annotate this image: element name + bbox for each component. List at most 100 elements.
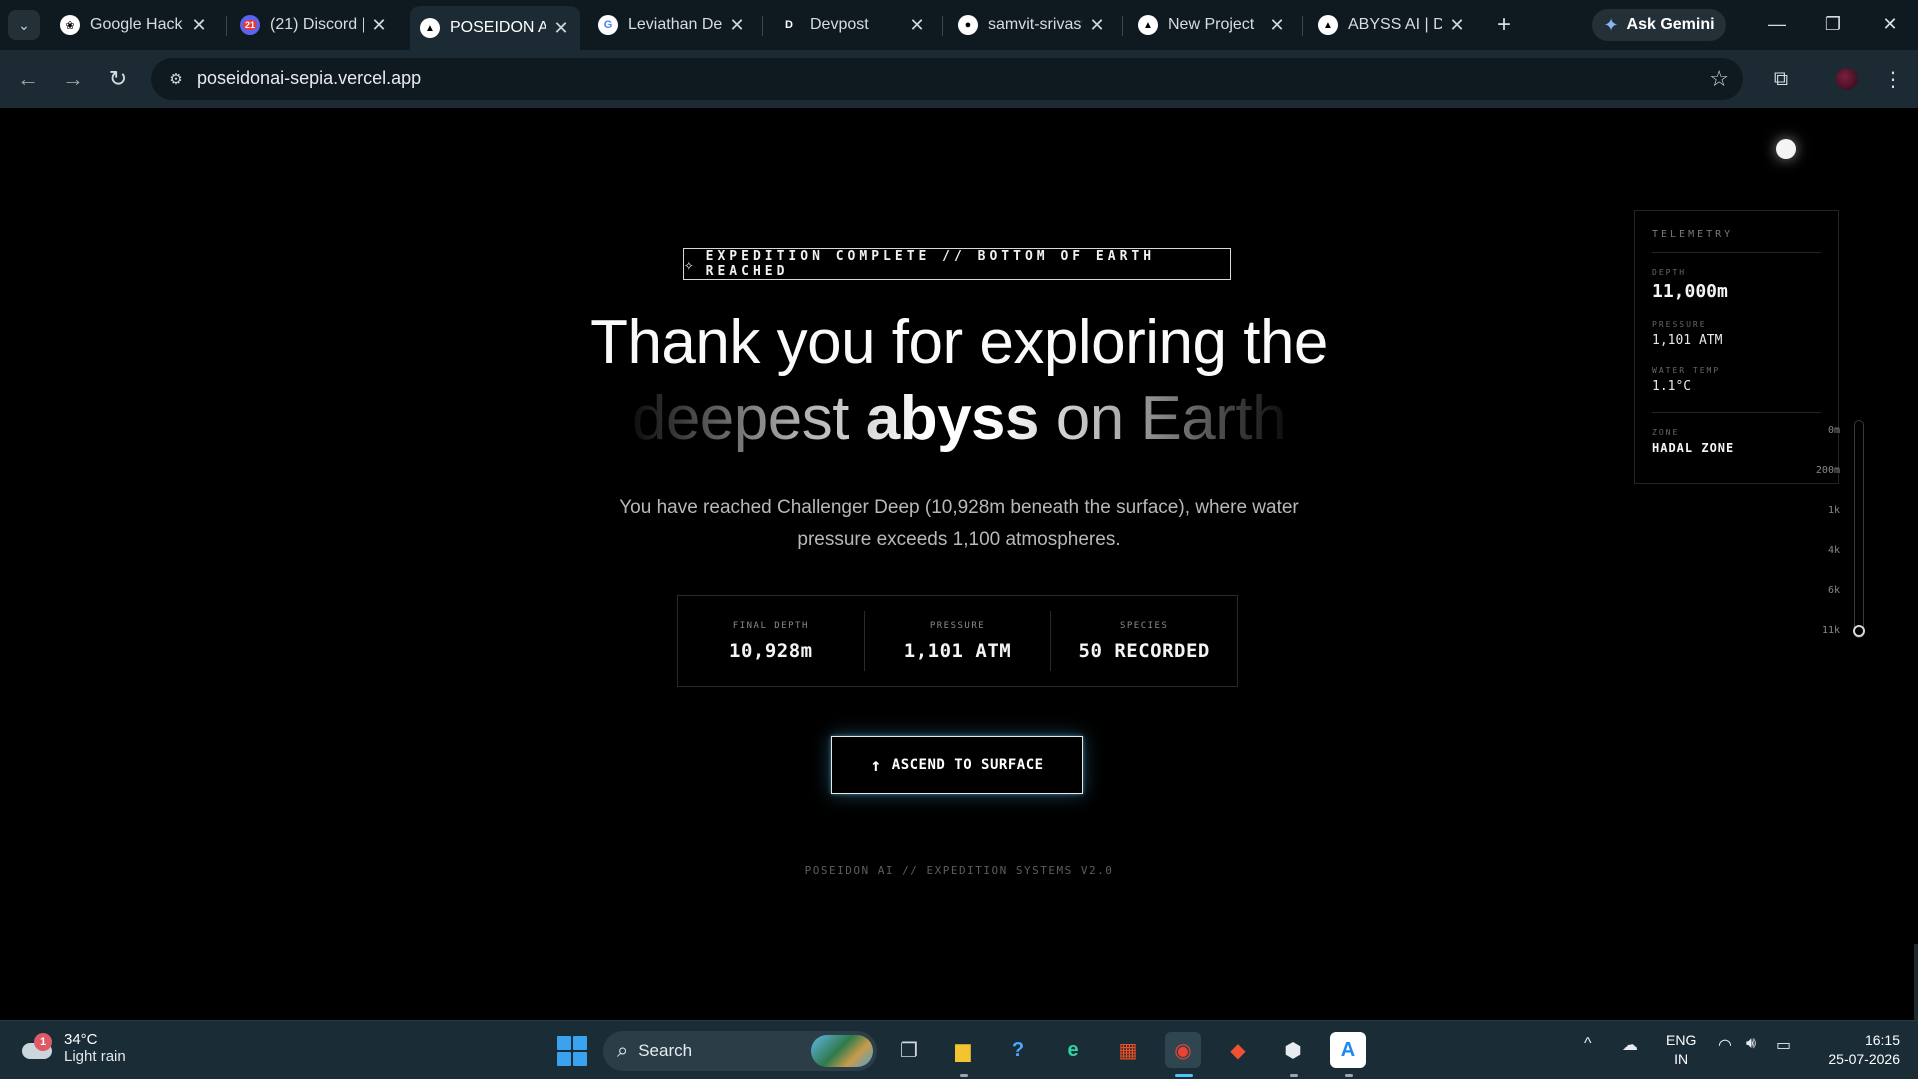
windows-taskbar: 1 34°C Light rain ⌕ Search ❐ ▆ ? e ▦ ◉ ◆… <box>0 1020 1918 1079</box>
onedrive-icon[interactable]: ☁ <box>1622 1035 1638 1055</box>
minimize-button[interactable]: — <box>1755 8 1799 40</box>
page-footer: POSEIDON AI // EXPEDITION SYSTEMS V2.0 <box>804 864 1114 877</box>
browser-menu-button[interactable]: ⋮ <box>1877 63 1909 95</box>
stat-pressure: PRESSURE 1,101 ATM <box>863 611 1051 671</box>
scrollbar[interactable] <box>1914 944 1918 1020</box>
address-bar[interactable]: ⚙ poseidonai-sepia.vercel.app ☆ <box>151 58 1743 100</box>
telemetry-pressure-value: 1,101 ATM <box>1652 333 1723 348</box>
windows-start-icon[interactable] <box>557 1036 587 1066</box>
chrome-icon[interactable]: ◉ <box>1165 1032 1201 1068</box>
tab-discord[interactable]: 21 (21) Discord | ✕ <box>230 6 398 44</box>
depth-tick: 0m <box>1827 425 1840 436</box>
tab-title: New Project <box>1168 16 1255 33</box>
git-icon[interactable]: ◆ <box>1220 1032 1256 1068</box>
openai-icon: ❀ <box>60 15 80 35</box>
lang-line-2: IN <box>1674 1051 1689 1067</box>
chevron-down-icon: ⌄ <box>18 16 30 33</box>
notification-badge: 21 <box>242 20 257 30</box>
weather-temp: 34°C <box>64 1031 98 1048</box>
weather-desc: Light rain <box>64 1048 126 1065</box>
close-icon[interactable]: ✕ <box>1088 15 1106 36</box>
ask-gemini-button[interactable]: ✦ Ask Gemini <box>1592 9 1726 41</box>
forward-button[interactable]: → <box>57 63 89 95</box>
tab-github[interactable]: ● samvit-srivast ✕ <box>948 6 1116 44</box>
weather-badge: 1 <box>34 1033 52 1051</box>
cube-app-icon[interactable]: ⬢ <box>1275 1032 1311 1068</box>
tab-search-button[interactable]: ⌄ <box>8 10 40 40</box>
close-icon[interactable]: ✕ <box>1268 15 1286 36</box>
stat-label: FINAL DEPTH <box>732 620 809 631</box>
arrow-left-icon: ← <box>17 66 39 91</box>
weather-widget[interactable]: 1 34°C Light rain <box>20 1031 126 1065</box>
file-explorer-icon[interactable]: ▆ <box>945 1032 981 1068</box>
triangle-logo-icon: ▲ <box>420 18 440 38</box>
telemetry-depth-label: DEPTH <box>1652 268 1687 277</box>
site-info-icon[interactable]: ⚙ <box>165 68 187 90</box>
help-app-icon[interactable]: ? <box>1000 1032 1036 1068</box>
close-icon[interactable]: ✕ <box>190 15 208 36</box>
search-placeholder: Search <box>638 1041 693 1060</box>
tray-overflow-chevron-icon[interactable]: ^ <box>1584 1035 1592 1053</box>
headline-word-abyss: abyss <box>865 384 1040 453</box>
microsoft-store-icon[interactable]: ▦ <box>1110 1032 1146 1068</box>
subtitle: You have reached Challenger Deep (10,928… <box>619 497 1299 550</box>
telemetry-temp-value: 1.1°C <box>1652 379 1692 394</box>
google-icon: G <box>598 15 618 35</box>
browser-tab-bar: ⌄ ❀ Google Hack ✕ 21 (21) Discord | ✕ ▲ … <box>0 0 1918 50</box>
ascend-to-surface-button[interactable]: ↑ ASCEND TO SURFACE <box>831 736 1083 794</box>
taskbar-search[interactable]: ⌕ Search <box>603 1031 877 1071</box>
close-icon[interactable]: ✕ <box>908 15 926 36</box>
volume-icon[interactable]: 🔊︎ <box>1746 1035 1756 1053</box>
close-window-button[interactable]: ✕ <box>1868 8 1912 40</box>
tab-title: samvit-srivast <box>988 16 1082 33</box>
minimize-icon: — <box>1768 13 1786 34</box>
tab-abyss-ai[interactable]: ▲ ABYSS AI | De ✕ <box>1308 6 1476 44</box>
new-tab-button[interactable]: + <box>1487 8 1521 42</box>
reload-button[interactable]: ↻ <box>102 63 134 95</box>
telemetry-depth-value: 11,000m <box>1652 281 1728 302</box>
restore-button[interactable]: ❐ <box>1811 8 1855 40</box>
stat-species: SPECIES 50 RECORDED <box>1050 611 1237 671</box>
vector-app-icon[interactable]: A <box>1330 1032 1366 1068</box>
depth-tick: 4k <box>1827 545 1840 556</box>
input-language[interactable]: ENG IN <box>1666 1031 1696 1069</box>
stat-value: 10,928m <box>729 639 813 662</box>
close-icon[interactable]: ✕ <box>370 15 388 36</box>
task-view-icon[interactable]: ❐ <box>891 1032 927 1068</box>
depth-scale: 0m 200m 1k 4k 6k 11k <box>1800 420 1865 638</box>
tab-title: Google Hack <box>90 16 183 33</box>
kebab-menu-icon: ⋮ <box>1883 68 1903 91</box>
clock-date: 25-07-2026 <box>1828 1051 1900 1067</box>
extensions-button[interactable]: ⧉ <box>1765 63 1797 95</box>
close-icon[interactable]: ✕ <box>552 18 570 39</box>
headline-word-deepest: deepest <box>631 384 849 453</box>
headline-line-2: deepest abyss on Earth <box>459 382 1459 456</box>
url-text[interactable]: poseidonai-sepia.vercel.app <box>197 68 421 89</box>
tab-title: POSEIDON AI <box>450 19 546 36</box>
github-icon: ● <box>958 15 978 35</box>
tab-poseidon-ai[interactable]: ▲ POSEIDON AI ✕ <box>410 6 580 50</box>
taskbar-clock[interactable]: 16:15 25-07-2026 <box>1812 1031 1900 1069</box>
back-button[interactable]: ← <box>12 63 44 95</box>
bookmark-star-icon[interactable]: ☆ <box>1709 66 1729 92</box>
edge-icon[interactable]: e <box>1055 1032 1091 1068</box>
depth-tick: 6k <box>1827 585 1840 596</box>
badge-text: EXPEDITION COMPLETE // BOTTOM OF EARTH R… <box>705 249 1156 279</box>
battery-icon[interactable]: ▭ <box>1776 1035 1791 1055</box>
triangle-logo-icon: ▲ <box>1318 15 1338 35</box>
sparkle-icon: ✧ <box>684 254 694 274</box>
stat-value: 50 RECORDED <box>1078 639 1210 662</box>
tab-new-project[interactable]: ▲ New Project ✕ <box>1128 6 1296 44</box>
stats-panel: FINAL DEPTH 10,928m PRESSURE 1,101 ATM S… <box>677 595 1238 687</box>
tab-devpost[interactable]: D Devpost ✕ <box>768 6 936 44</box>
tab-title: (21) Discord | <box>270 16 364 33</box>
ask-gemini-label: Ask Gemini <box>1626 16 1715 33</box>
tab-google-hack[interactable]: ❀ Google Hack ✕ <box>50 6 218 44</box>
tab-title: Devpost <box>810 16 869 33</box>
profile-button[interactable] <box>1831 63 1863 95</box>
close-icon[interactable]: ✕ <box>1448 15 1466 36</box>
tab-leviathan[interactable]: G Leviathan De ✕ <box>588 6 756 44</box>
browser-toolbar: ← → ↻ ⚙ poseidonai-sepia.vercel.app ☆ ⧉ … <box>0 50 1918 108</box>
close-icon[interactable]: ✕ <box>728 15 746 36</box>
wifi-icon[interactable]: ◠ <box>1718 1035 1732 1055</box>
